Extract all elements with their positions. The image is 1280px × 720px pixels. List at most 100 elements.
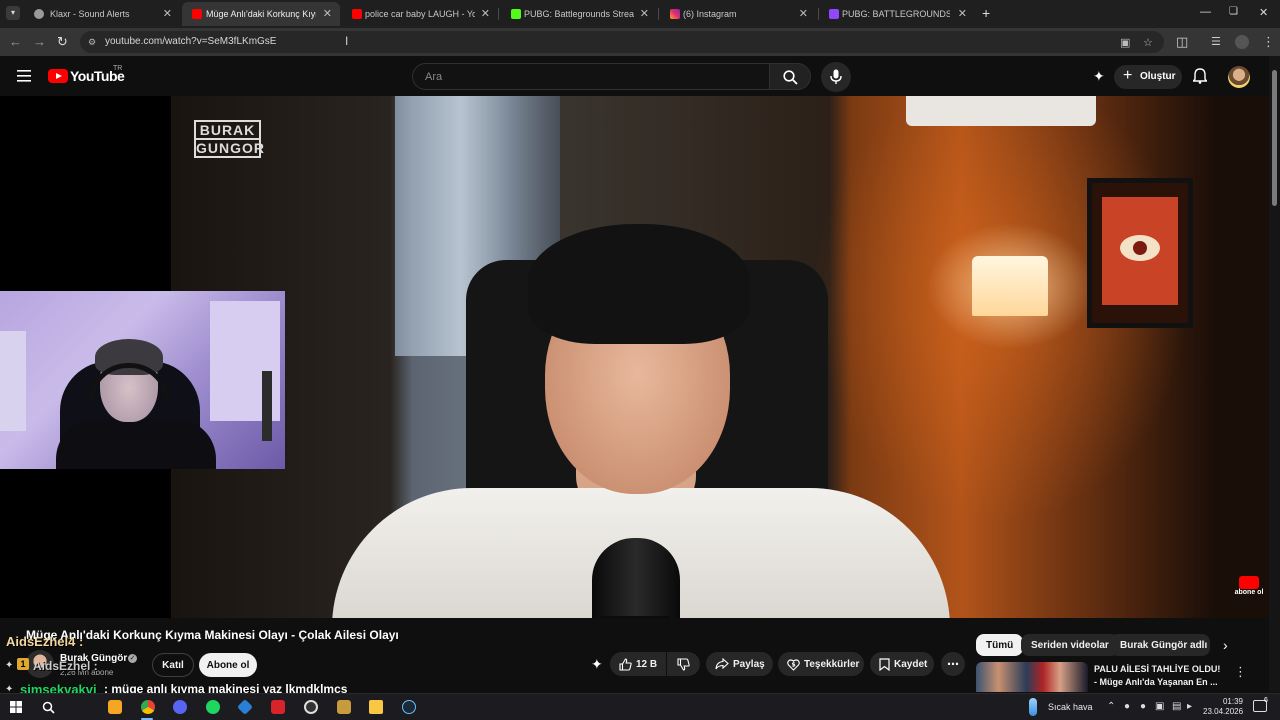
tray-volume-icon[interactable]: ▸: [1187, 701, 1192, 712]
thumbs-up-icon: [619, 657, 632, 671]
video-player[interactable]: BURAK GUNGOR abone ol: [0, 96, 1268, 618]
account-avatar[interactable]: [1228, 66, 1250, 88]
search-input[interactable]: [413, 64, 769, 89]
reload-icon[interactable]: ↻: [57, 34, 68, 50]
site-info-icon[interactable]: ⚙: [88, 37, 96, 48]
share-button[interactable]: Paylaş: [706, 652, 773, 676]
recommendation-thumbnail[interactable]: [976, 662, 1088, 692]
more-actions-button[interactable]: ⋯: [941, 652, 965, 676]
tab-close-icon[interactable]: ✕: [163, 7, 172, 20]
browser-menu-icon[interactable]: ⋮: [1262, 34, 1275, 50]
tab-close-icon[interactable]: ✕: [323, 7, 332, 20]
tray-overflow-icon[interactable]: ⌃: [1107, 701, 1115, 712]
extensions-icon[interactable]: ◫: [1176, 34, 1188, 50]
verified-badge-icon: ✓: [128, 654, 137, 663]
tab-close-icon[interactable]: ✕: [481, 7, 490, 20]
url-text[interactable]: youtube.com/watch?v=SeM3fLKmGsE: [105, 36, 276, 47]
taskbar-app-icon[interactable]: [235, 698, 255, 716]
new-tab-button[interactable]: +: [982, 5, 990, 21]
thanks-button[interactable]: $ Teşekkürler: [778, 652, 864, 676]
like-button[interactable]: 12 B: [610, 652, 666, 676]
recommendation-menu-icon[interactable]: ⋮: [1234, 664, 1247, 680]
tray-mic-icon[interactable]: ●: [1140, 701, 1146, 712]
media-control-icon[interactable]: ☰: [1211, 35, 1221, 48]
browser-toolbar: ← → ↻ ⚙ youtube.com/watch?v=SeM3fLKmGsE …: [0, 28, 1280, 56]
streamer-webcam-overlay: [0, 291, 285, 469]
join-button[interactable]: Katıl: [152, 653, 194, 677]
browser-tab[interactable]: PUBG: BATTLEGROUNDS - Twit ✕: [815, 2, 975, 26]
notifications-bell-icon[interactable]: [1192, 68, 1208, 89]
taskbar-app-obs-icon[interactable]: [301, 698, 321, 716]
search-taskbar-icon[interactable]: [38, 698, 58, 716]
recommendation-title[interactable]: PALU AİLESİ TAHLİYE OLDU! - Müge Anlı'da…: [1094, 663, 1224, 689]
forward-icon[interactable]: →: [33, 34, 46, 49]
poster-eye: [1120, 235, 1160, 261]
guide-menu-icon[interactable]: [17, 69, 31, 87]
ai-sparkle-icon[interactable]: ✦: [1093, 68, 1105, 85]
taskbar-app-amd-icon[interactable]: [268, 698, 288, 716]
svg-text:$: $: [792, 661, 796, 668]
notification-count: 6: [1264, 697, 1268, 704]
tray-app-icon[interactable]: ●: [1124, 701, 1130, 712]
chips-next-icon[interactable]: ›: [1223, 637, 1228, 653]
taskbar-app-chrome-icon[interactable]: [138, 698, 158, 716]
profile-icon[interactable]: [1235, 35, 1249, 49]
youtube-header: YouTube TR: [0, 56, 1280, 96]
search-field[interactable]: [412, 63, 770, 90]
taskbar-app-steam-icon[interactable]: [399, 698, 419, 716]
youtube-logo-icon[interactable]: [48, 69, 68, 83]
dislike-button[interactable]: [667, 652, 700, 676]
save-label: Kaydet: [894, 658, 928, 670]
tab-close-icon[interactable]: ✕: [640, 7, 649, 20]
tray-app-icon[interactable]: ▣: [1155, 701, 1164, 712]
region-code: TR: [113, 65, 123, 72]
chip-series-videos[interactable]: Seriden videolar: [1021, 634, 1119, 656]
tray-network-icon[interactable]: ▤: [1172, 701, 1181, 712]
scrollbar-thumb[interactable]: [1272, 70, 1277, 206]
thumbs-down-icon: [677, 657, 690, 671]
clock-date: 23.04.2026: [1203, 707, 1244, 716]
tab-search-button[interactable]: ▾: [6, 6, 20, 20]
ask-ai-sparkle-icon[interactable]: ✦: [591, 656, 603, 673]
window-close-icon[interactable]: ✕: [1259, 6, 1268, 19]
taskbar-app-discord-icon[interactable]: [170, 698, 190, 716]
save-button[interactable]: Kaydet: [870, 652, 934, 676]
instagram-favicon-icon: [670, 9, 680, 19]
subscribe-watermark[interactable]: abone ol: [1235, 576, 1263, 602]
youtube-favicon-icon: [352, 9, 362, 19]
thanks-dollar-icon: $: [787, 658, 800, 671]
voice-search-button[interactable]: [821, 62, 851, 92]
browser-tab[interactable]: PUBG: Battlegrounds Streaming ✕: [497, 2, 657, 26]
weather-text[interactable]: Sıcak hava: [1048, 702, 1093, 712]
restore-icon[interactable]: ❏: [1229, 6, 1238, 17]
tab-close-icon[interactable]: ✕: [958, 7, 967, 20]
search-button[interactable]: [769, 63, 811, 90]
start-button-icon[interactable]: [6, 698, 26, 716]
webcam-mic-arm: [262, 371, 272, 441]
taskbar-app-league-icon[interactable]: [334, 698, 354, 716]
chip-all[interactable]: Tümü: [976, 634, 1024, 656]
minimize-icon[interactable]: —: [1200, 6, 1211, 18]
taskbar-app-brave-icon[interactable]: [105, 698, 125, 716]
webcam-person-body: [56, 419, 216, 469]
taskbar-app-spotify-icon[interactable]: [203, 698, 223, 716]
tab-close-icon[interactable]: ✕: [799, 7, 808, 20]
create-button[interactable]: + Oluştur: [1114, 65, 1182, 89]
taskbar-app-explorer-icon[interactable]: [366, 698, 386, 716]
thanks-label: Teşekkürler: [804, 658, 860, 670]
windows-taskbar: Sıcak hava ⌃ ● ● ▣ ▤ ▸ 01:39 23.04.2026 …: [0, 693, 1280, 720]
address-bar[interactable]: ⚙ youtube.com/watch?v=SeM3fLKmGsE I ▣ ☆: [80, 31, 1164, 53]
browser-tab[interactable]: (6) Instagram ✕: [656, 2, 816, 26]
browser-tab[interactable]: Klaxr - Sound Alerts ✕: [20, 2, 180, 26]
browser-tab[interactable]: police car baby LAUGH - YouTu ✕: [338, 2, 498, 26]
browser-tab-active[interactable]: Müge Anlı'daki Korkunç Kıyma ✕: [182, 2, 340, 26]
subscribe-button[interactable]: Abone ol: [199, 653, 257, 677]
channel-brand-logo: BURAK GUNGOR: [194, 120, 264, 158]
taskbar-clock[interactable]: 01:39 23.04.2026: [1203, 697, 1243, 717]
chip-channel-uploads[interactable]: Burak Güngör adlı yük: [1110, 634, 1210, 656]
bookmark-star-icon[interactable]: ☆: [1143, 36, 1153, 49]
weather-icon[interactable]: [1029, 698, 1037, 716]
install-app-icon[interactable]: ▣: [1120, 36, 1130, 49]
back-icon[interactable]: ←: [9, 34, 22, 49]
kick-favicon-icon: [511, 9, 521, 19]
